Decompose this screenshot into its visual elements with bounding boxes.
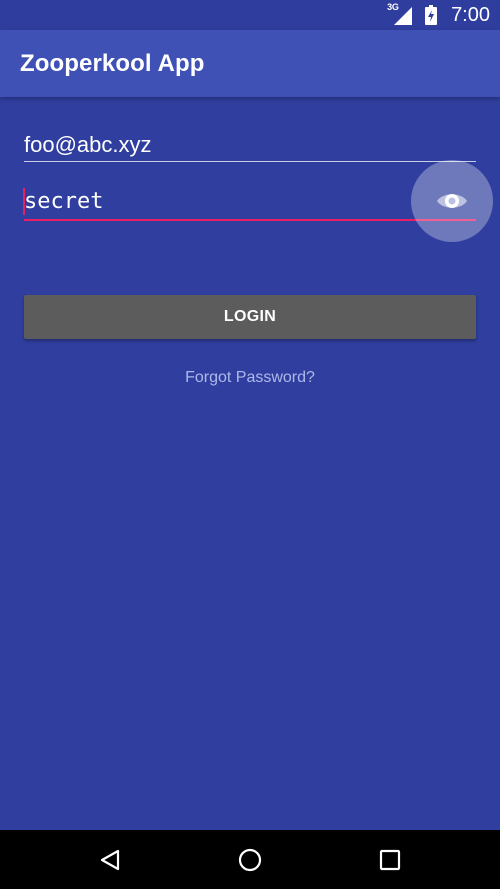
eye-icon — [437, 194, 467, 208]
home-button[interactable] — [210, 830, 290, 889]
forgot-password-link[interactable]: Forgot Password? — [0, 369, 500, 387]
network-type-label: 3G — [387, 2, 399, 12]
text-cursor — [23, 188, 25, 215]
email-field[interactable]: foo@abc.xyz — [24, 128, 476, 162]
app-bar: Zooperkool App — [0, 30, 500, 97]
login-button[interactable]: LOGIN — [24, 295, 476, 339]
app-title: Zooperkool App — [20, 50, 205, 77]
password-field[interactable]: secret — [23, 184, 476, 221]
recents-button[interactable] — [350, 830, 430, 889]
status-icons: 3G 7:00 — [387, 0, 490, 30]
home-icon — [238, 848, 262, 871]
status-bar: 3G 7:00 — [0, 0, 500, 30]
back-button[interactable] — [70, 830, 150, 889]
password-value: secret — [24, 189, 104, 214]
back-icon — [100, 849, 120, 870]
clock: 7:00 — [451, 4, 490, 26]
recents-icon — [379, 849, 401, 870]
signal-icon: 3G — [387, 2, 413, 26]
password-visibility-toggle[interactable] — [411, 160, 493, 242]
battery-icon — [423, 4, 439, 26]
navigation-bar — [0, 830, 500, 889]
